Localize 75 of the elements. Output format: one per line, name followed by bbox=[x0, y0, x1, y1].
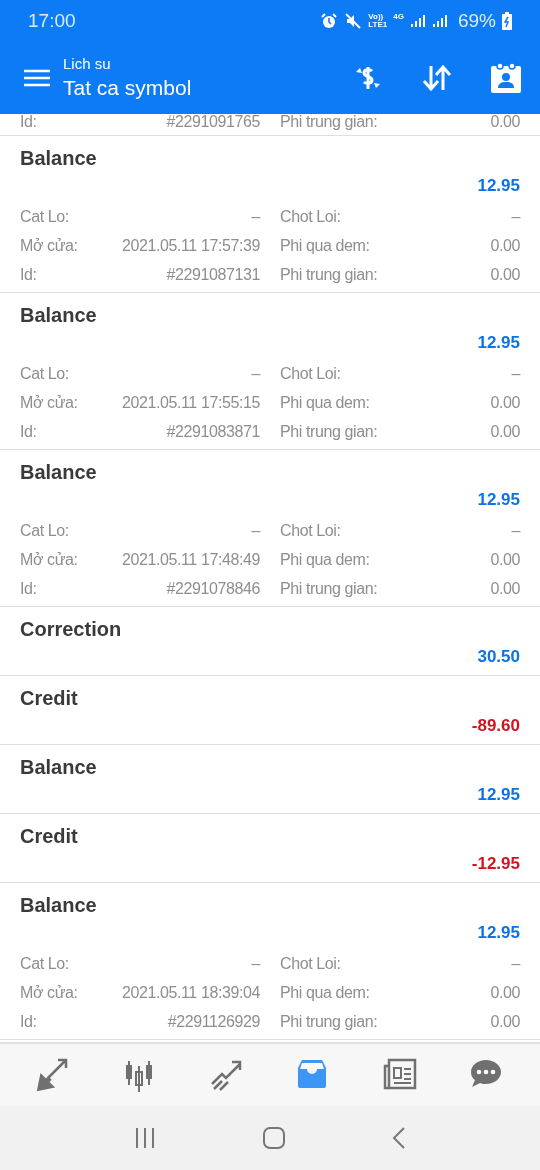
field-label: Phi qua dem: bbox=[280, 392, 370, 413]
field-label: Cat Lo: bbox=[20, 363, 69, 384]
volte-label: LTE1 bbox=[368, 21, 388, 29]
field-label: Mở cửa: bbox=[20, 982, 78, 1003]
entry-amount: 12.95 bbox=[476, 489, 521, 511]
entry-amount: -89.60 bbox=[470, 715, 521, 737]
field-label: Phi trung gian: bbox=[280, 421, 378, 442]
entry-amount: 12.95 bbox=[476, 332, 521, 354]
field-value: 0.00 bbox=[490, 392, 520, 413]
field-label: Phi trung gian: bbox=[280, 114, 378, 132]
entry-title: Credit bbox=[19, 686, 79, 711]
field-value: #2291091765 bbox=[166, 114, 260, 132]
field-label: Cat Lo: bbox=[20, 206, 69, 227]
field-value: 2021.05.11 17:48:49 bbox=[121, 549, 260, 570]
field-value: 0.00 bbox=[490, 421, 520, 442]
field-label: Mở cửa: bbox=[20, 392, 78, 413]
field-label: Cat Lo: bbox=[20, 520, 69, 541]
entry-title: Balance bbox=[19, 146, 98, 171]
field-value: 2021.05.11 17:57:39 bbox=[121, 235, 260, 256]
field-label: Id: bbox=[20, 264, 37, 285]
field-value: 2021.05.11 17:55:15 bbox=[121, 392, 260, 413]
field-label: Phi qua dem: bbox=[280, 982, 370, 1003]
field-label: Mở cửa: bbox=[20, 549, 78, 570]
entry-title: Correction bbox=[19, 617, 123, 642]
field-value: – bbox=[511, 953, 520, 974]
field-label: Chot Loi: bbox=[280, 953, 341, 974]
field-label: Id: bbox=[20, 421, 37, 442]
field-value: 0.00 bbox=[490, 235, 520, 256]
field-value: #2291078846 bbox=[166, 578, 260, 599]
field-value: – bbox=[251, 363, 260, 384]
entry-title: Balance bbox=[19, 893, 98, 918]
field-value: – bbox=[511, 206, 520, 227]
field-value: #2291126929 bbox=[167, 1011, 260, 1032]
field-label: Phi trung gian: bbox=[280, 578, 378, 599]
field-label: Phi qua dem: bbox=[280, 235, 370, 256]
field-value: 0.00 bbox=[490, 264, 520, 285]
field-value: 0.00 bbox=[490, 549, 520, 570]
field-value: 0.00 bbox=[490, 114, 520, 132]
entry-amount: 12.95 bbox=[476, 175, 521, 197]
field-value: – bbox=[251, 953, 260, 974]
field-value: – bbox=[251, 520, 260, 541]
field-label: Phi qua dem: bbox=[280, 549, 370, 570]
status-time: 17:00 bbox=[28, 8, 76, 33]
field-value: 0.00 bbox=[490, 578, 520, 599]
entry-title: Balance bbox=[19, 460, 98, 485]
entry-title: Balance bbox=[19, 303, 98, 328]
network-label: 4G bbox=[393, 12, 404, 21]
entry-amount: 12.95 bbox=[476, 922, 521, 944]
field-label: Chot Loi: bbox=[280, 363, 341, 384]
field-value: 0.00 bbox=[490, 1011, 520, 1032]
battery-percent: 69% bbox=[457, 8, 496, 33]
entry-amount: -12.95 bbox=[470, 853, 521, 875]
field-value: – bbox=[511, 363, 520, 384]
screen-title: Tat ca symbol bbox=[63, 75, 192, 101]
field-label: Mở cửa: bbox=[20, 235, 78, 256]
field-value: #2291083871 bbox=[166, 421, 260, 442]
field-label: Id: bbox=[20, 578, 37, 599]
field-value: – bbox=[511, 520, 520, 541]
field-value: – bbox=[251, 206, 260, 227]
volte-label: Vo)) bbox=[368, 13, 384, 21]
field-value: #2291087131 bbox=[166, 264, 260, 285]
screen-subtitle: Lich su bbox=[63, 54, 112, 74]
field-label: Id: bbox=[20, 1011, 37, 1032]
field-value: 2021.05.11 18:39:04 bbox=[121, 982, 260, 1003]
field-label: Id: bbox=[20, 114, 37, 132]
entry-title: Credit bbox=[19, 824, 79, 849]
entry-title: Balance bbox=[19, 755, 98, 780]
entry-amount: 12.95 bbox=[476, 784, 521, 806]
field-label: Phi trung gian: bbox=[280, 264, 378, 285]
field-label: Chot Loi: bbox=[280, 206, 341, 227]
field-label: Chot Loi: bbox=[280, 520, 341, 541]
field-label: Phi trung gian: bbox=[280, 1011, 378, 1032]
field-label: Cat Lo: bbox=[20, 953, 69, 974]
entry-amount: 30.50 bbox=[476, 646, 521, 668]
field-value: 0.00 bbox=[490, 982, 520, 1003]
